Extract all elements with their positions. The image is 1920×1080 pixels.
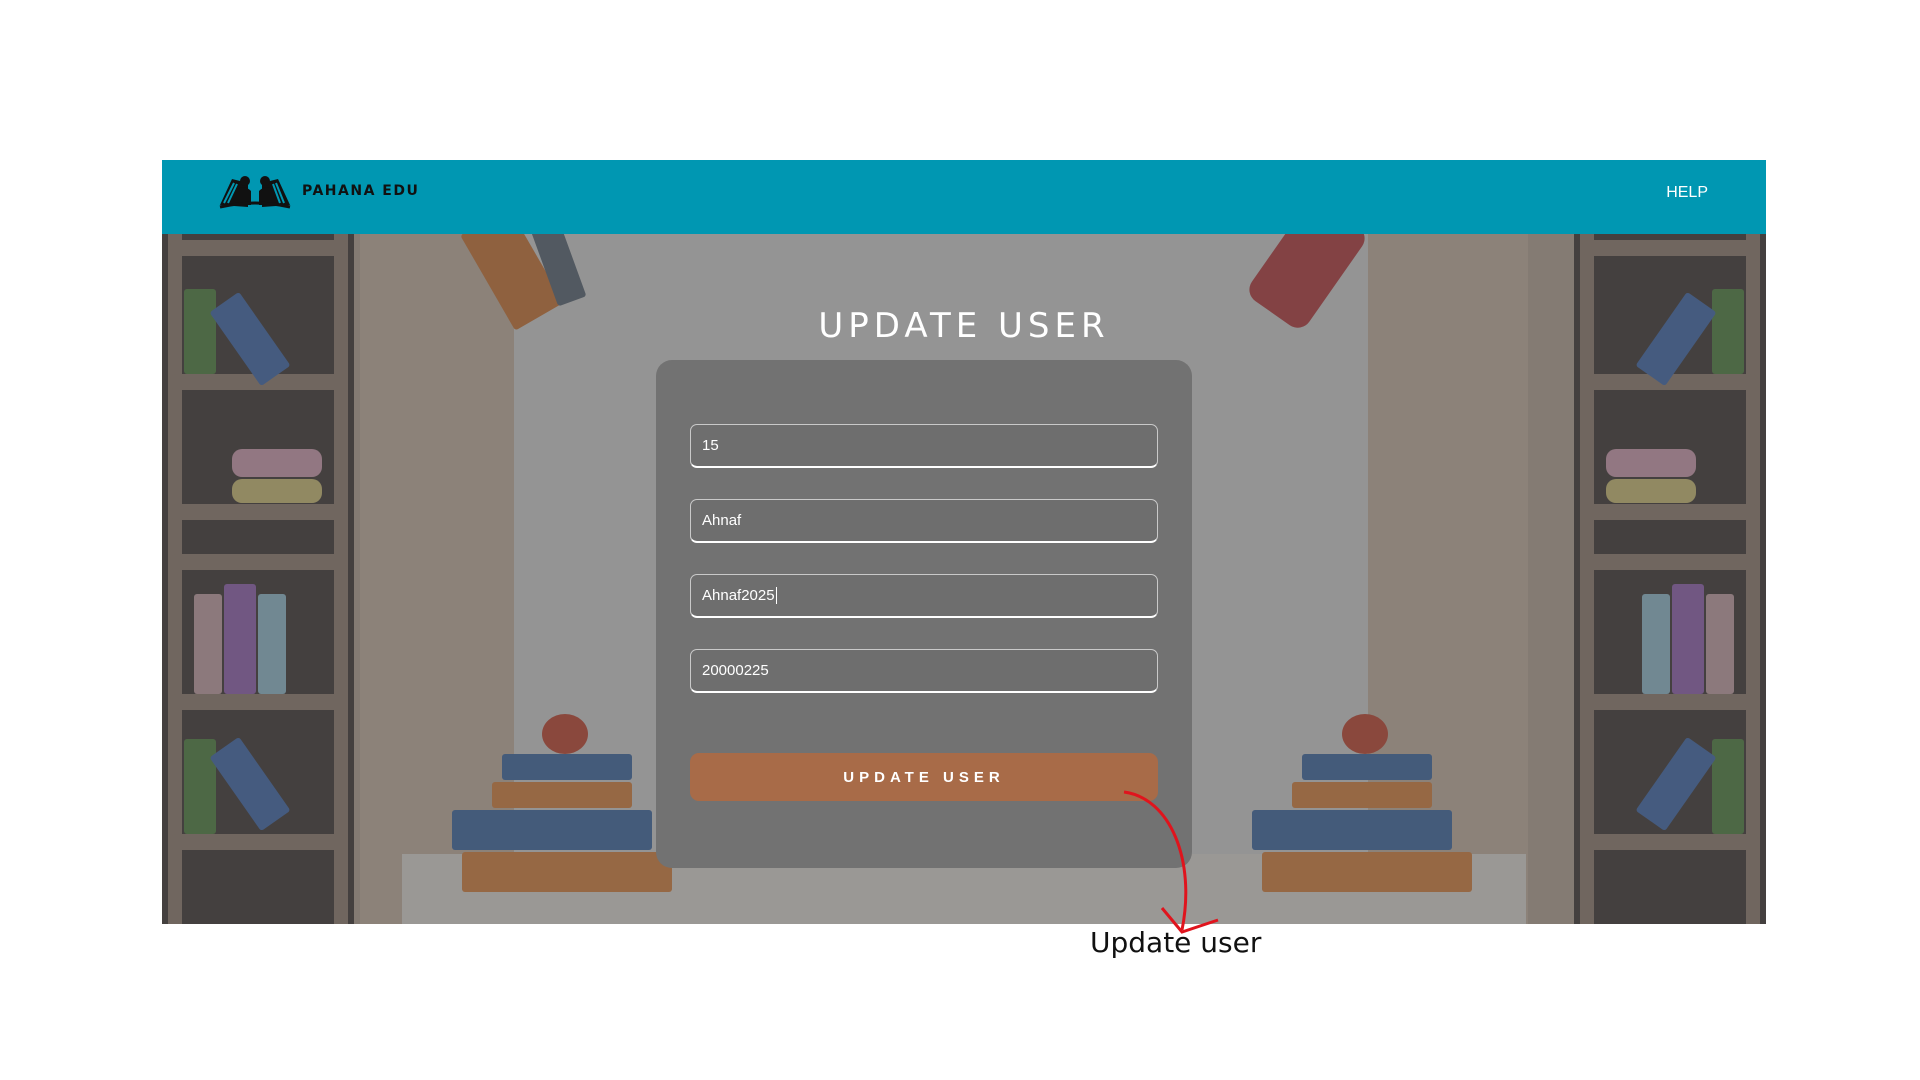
update-user-button[interactable]: UPDATE USER bbox=[690, 753, 1158, 801]
text-cursor bbox=[775, 587, 777, 604]
user-id-value: 15 bbox=[702, 437, 719, 454]
date-field[interactable]: 20000225 bbox=[690, 649, 1158, 693]
date-value: 20000225 bbox=[702, 662, 769, 679]
brand-logo[interactable]: PAHANA EDU bbox=[218, 173, 419, 209]
user-id-field[interactable]: 15 bbox=[690, 424, 1158, 468]
app-screenshot: PAHANA EDU HELP UPDATE USER 15 Ahnaf Ahn… bbox=[162, 160, 1766, 924]
annotation-arrow-icon bbox=[1123, 790, 1219, 934]
username-field[interactable]: Ahnaf bbox=[690, 499, 1158, 543]
username-value: Ahnaf bbox=[702, 512, 742, 529]
canvas: PAHANA EDU HELP UPDATE USER 15 Ahnaf Ahn… bbox=[0, 0, 1920, 1080]
page-title: UPDATE USER bbox=[818, 306, 1110, 346]
brand-name: PAHANA EDU bbox=[302, 183, 420, 199]
help-link[interactable]: HELP bbox=[1666, 184, 1708, 202]
navbar: PAHANA EDU HELP bbox=[162, 160, 1766, 234]
background-scene: UPDATE USER 15 Ahnaf Ahnaf2025 20000225 … bbox=[162, 234, 1766, 924]
password-field[interactable]: Ahnaf2025 bbox=[690, 574, 1158, 618]
password-value: Ahnaf2025 bbox=[702, 587, 775, 604]
open-book-readers-icon bbox=[219, 176, 291, 209]
